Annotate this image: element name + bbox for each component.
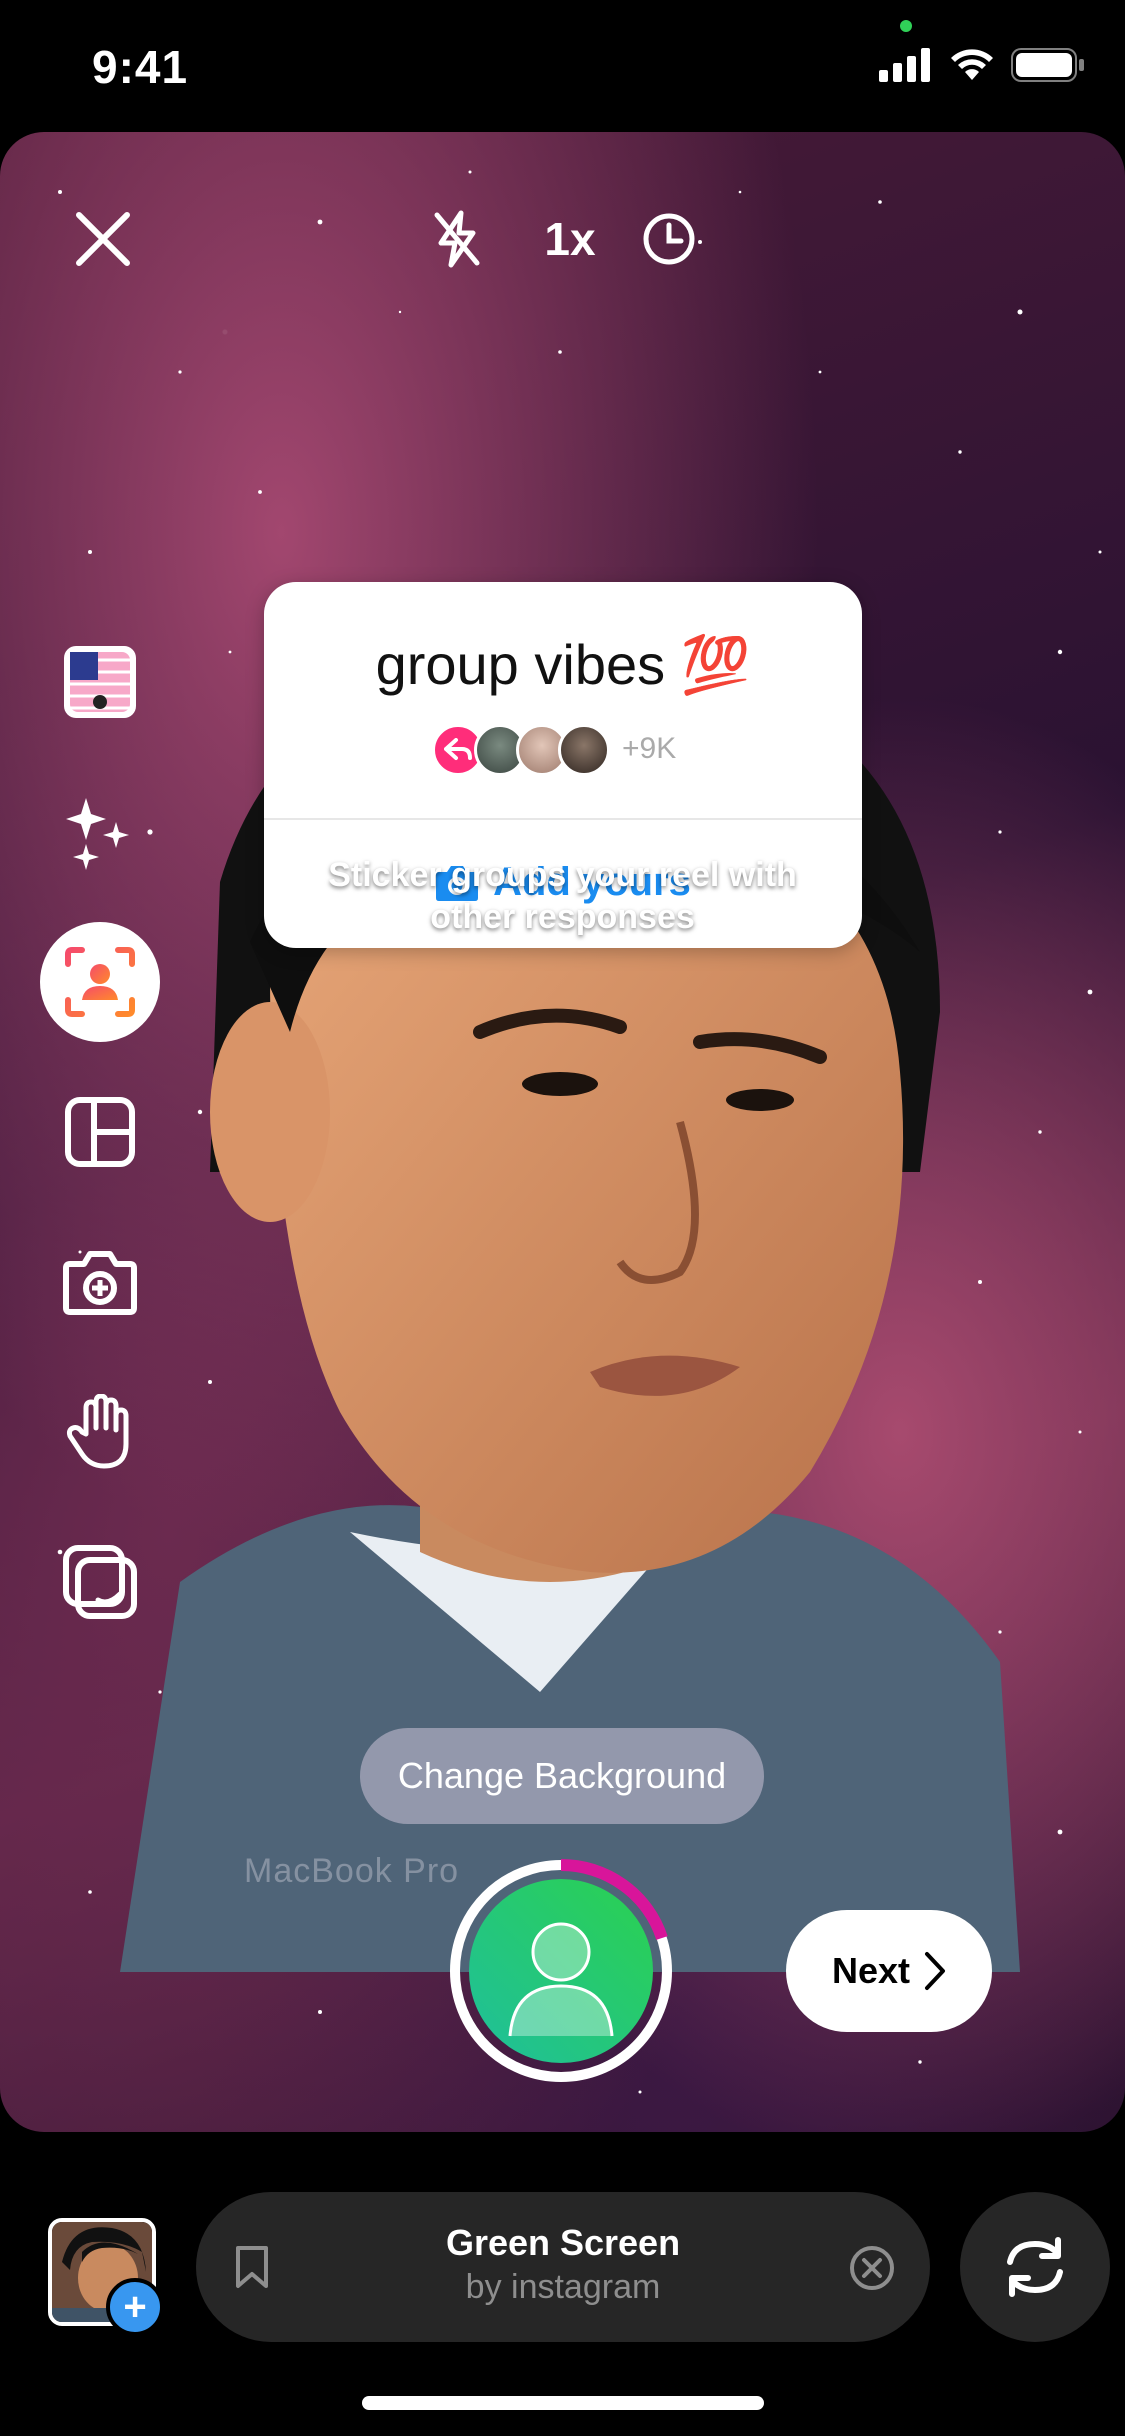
close-button[interactable] xyxy=(66,202,140,276)
signal-icon xyxy=(879,48,930,82)
chevron-right-icon xyxy=(925,1952,946,1990)
align-icon xyxy=(63,1545,137,1619)
green-screen-icon xyxy=(65,947,135,1017)
hint-line-1: Sticker groups your reel with xyxy=(328,856,797,894)
tool-green-screen[interactable] xyxy=(40,922,160,1042)
effect-selector[interactable]: Green Screen by instagram xyxy=(196,2192,930,2342)
wifi-icon xyxy=(951,49,993,80)
sticker-title: group vibes 💯 xyxy=(375,633,751,696)
layout-icon xyxy=(65,1097,135,1167)
flash-button[interactable] xyxy=(420,202,494,276)
home-indicator[interactable] xyxy=(362,2396,764,2410)
sticker-hint: Sticker groups your reel with other resp… xyxy=(0,854,1125,938)
hand-gesture-icon xyxy=(66,1394,129,1469)
effect-name: Green Screen xyxy=(445,2222,681,2263)
music-flag-icon xyxy=(64,646,136,718)
speed-button[interactable]: 1x xyxy=(530,202,610,276)
dual-camera-icon xyxy=(63,1251,137,1315)
tool-hand-gesture[interactable] xyxy=(40,1372,160,1492)
hint-line-2: other responses xyxy=(430,898,695,936)
flip-camera-button[interactable] xyxy=(960,2192,1110,2342)
bottom-bar: + Green Screen by instagram xyxy=(0,2132,1125,2436)
flip-camera-icon xyxy=(1007,2237,1063,2297)
close-icon xyxy=(76,212,130,266)
next-button[interactable]: Next xyxy=(786,1910,992,2032)
tool-align[interactable] xyxy=(40,1522,160,1642)
record-button[interactable] xyxy=(448,1858,674,2084)
sticker-divider xyxy=(264,818,862,820)
next-label: Next xyxy=(831,1950,911,1991)
tool-layout[interactable] xyxy=(40,1072,160,1192)
status-time: 9:41 xyxy=(92,41,189,93)
status-bar: 9:41 xyxy=(0,0,1125,132)
remove-effect-icon[interactable] xyxy=(848,2244,896,2292)
speed-label: 1x xyxy=(544,213,596,265)
battery-icon xyxy=(1011,48,1084,82)
background-text: MacBook Pro xyxy=(244,1852,460,1890)
camera-preview[interactable]: MacBook Pro 1x group vibes 💯 +9K Add you… xyxy=(0,132,1125,2132)
camera-indicator-dot xyxy=(900,20,912,32)
tool-dual-camera[interactable] xyxy=(40,1222,160,1342)
participant-count: +9K xyxy=(622,732,677,765)
timer-button[interactable] xyxy=(632,202,706,276)
avatar xyxy=(558,724,610,776)
tool-music-flag[interactable] xyxy=(40,622,160,742)
participant-avatars xyxy=(432,724,610,776)
add-media-icon[interactable]: + xyxy=(106,2278,164,2336)
flash-off-icon xyxy=(434,210,480,268)
timer-icon xyxy=(643,213,695,265)
effect-author: by instagram xyxy=(465,2268,661,2306)
change-background-button[interactable]: Change Background xyxy=(360,1728,764,1824)
